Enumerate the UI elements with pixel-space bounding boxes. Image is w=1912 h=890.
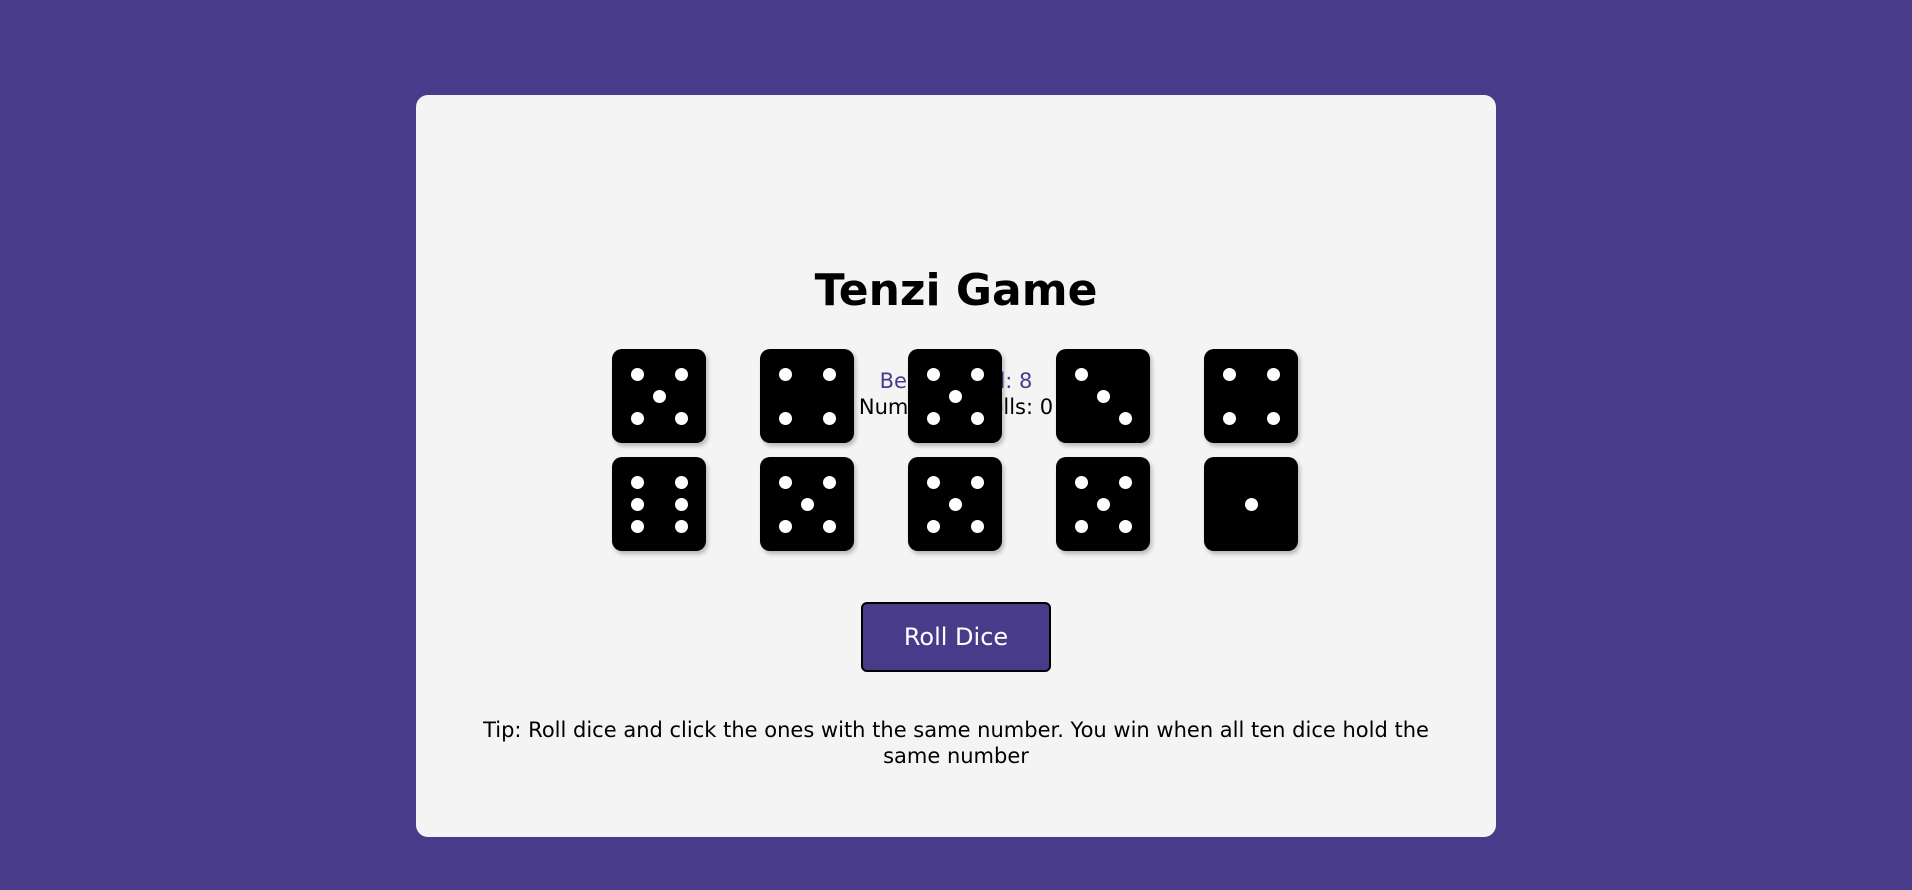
die-8[interactable] (908, 457, 1002, 551)
die-pip (778, 411, 792, 425)
die-5[interactable] (1204, 349, 1298, 443)
die-2[interactable] (760, 349, 854, 443)
die-pip (674, 497, 688, 511)
die-3[interactable] (908, 349, 1002, 443)
die-pip (822, 411, 836, 425)
die-pip (778, 475, 792, 489)
die-pip (630, 367, 644, 381)
die-pip (1096, 497, 1110, 511)
die-7[interactable] (760, 457, 854, 551)
die-pip (630, 497, 644, 511)
die-10[interactable] (1204, 457, 1298, 551)
die-pip (1096, 389, 1110, 403)
die-pip (652, 389, 666, 403)
die-pip (778, 519, 792, 533)
die-pip (926, 475, 940, 489)
die-pip (1074, 475, 1088, 489)
game-card: Tenzi Game Best Record: 8 Number of Roll… (416, 95, 1496, 837)
page-title: Tenzi Game (814, 265, 1098, 316)
die-pip (778, 367, 792, 381)
die-pip (970, 411, 984, 425)
die-pip (948, 389, 962, 403)
die-1[interactable] (612, 349, 706, 443)
die-pip (1266, 411, 1280, 425)
die-pip (1074, 367, 1088, 381)
die-pip (630, 519, 644, 533)
die-pip (1244, 497, 1258, 511)
die-pip (926, 367, 940, 381)
roll-dice-button[interactable]: Roll Dice (861, 602, 1051, 672)
die-9[interactable] (1056, 457, 1150, 551)
dice-grid (612, 349, 1298, 551)
die-pip (1118, 519, 1132, 533)
die-pip (674, 475, 688, 489)
die-pip (1074, 519, 1088, 533)
die-pip (926, 411, 940, 425)
die-pip (926, 519, 940, 533)
die-4[interactable] (1056, 349, 1150, 443)
tip-text: Tip: Roll dice and click the ones with t… (483, 718, 1429, 768)
die-pip (630, 411, 644, 425)
die-pip (970, 367, 984, 381)
die-pip (822, 519, 836, 533)
die-pip (822, 475, 836, 489)
die-pip (1118, 475, 1132, 489)
die-pip (970, 519, 984, 533)
die-pip (674, 519, 688, 533)
die-pip (822, 367, 836, 381)
die-pip (630, 475, 644, 489)
die-pip (970, 475, 984, 489)
die-pip (1266, 367, 1280, 381)
die-pip (674, 367, 688, 381)
die-pip (1118, 411, 1132, 425)
die-pip (1222, 411, 1236, 425)
die-pip (800, 497, 814, 511)
die-6[interactable] (612, 457, 706, 551)
die-pip (674, 411, 688, 425)
die-pip (948, 497, 962, 511)
die-pip (1222, 367, 1236, 381)
